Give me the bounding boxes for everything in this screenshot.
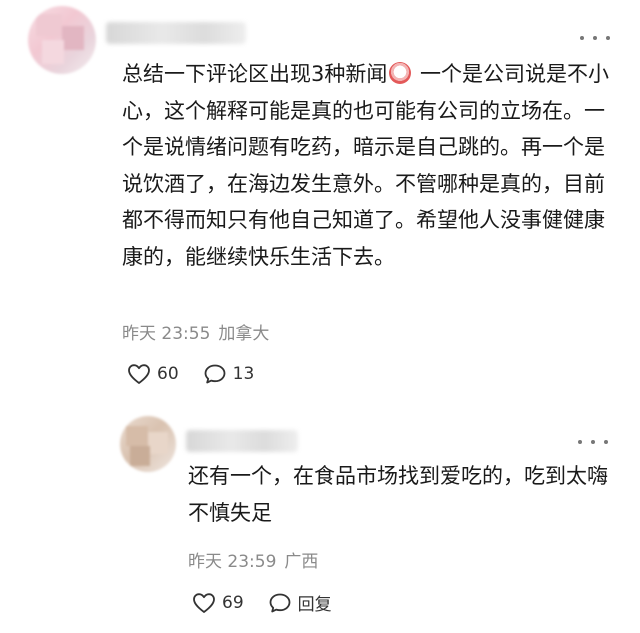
speech-bubble-icon bbox=[204, 364, 226, 384]
comment-location: 加拿大 bbox=[218, 324, 270, 344]
blurred-username[interactable] bbox=[106, 22, 246, 44]
like-count: 60 bbox=[157, 364, 179, 384]
user-avatar[interactable] bbox=[120, 416, 176, 472]
reply-meta: 昨天 23:59 广西 bbox=[188, 547, 318, 572]
reply-item: 还有一个，在食品市场找到爱吃的，吃到太嗨不慎失足 昨天 23:59 广西 69 … bbox=[0, 400, 640, 633]
comment-time: 昨天 23:55 bbox=[122, 324, 211, 344]
reply-count: 13 bbox=[232, 364, 255, 384]
heart-outline-icon bbox=[128, 364, 150, 384]
reply-location: 广西 bbox=[284, 552, 319, 572]
clown-face-emoji-icon bbox=[389, 62, 412, 84]
reply-button[interactable]: 回复 bbox=[268, 590, 332, 615]
more-options-icon[interactable] bbox=[580, 28, 610, 48]
comment-text: 总结一下评论区出现3种新闻 一个是公司说是不小心，这个解释可能是真的也可能有公司… bbox=[122, 56, 612, 275]
comment-item: 总结一下评论区出现3种新闻 一个是公司说是不小心，这个解释可能是真的也可能有公司… bbox=[0, 0, 640, 400]
comment-meta: 昨天 23:55 加拿大 bbox=[122, 319, 269, 344]
reply-count-button[interactable]: 13 bbox=[203, 363, 255, 385]
comment-actions: 60 13 bbox=[127, 363, 278, 385]
user-avatar[interactable] bbox=[28, 6, 96, 74]
like-button[interactable]: 60 bbox=[127, 363, 179, 385]
speech-bubble-icon bbox=[269, 593, 291, 612]
like-count: 69 bbox=[222, 592, 244, 613]
like-button[interactable]: 69 bbox=[192, 592, 244, 614]
reply-label: 回复 bbox=[297, 595, 332, 615]
reply-text: 还有一个，在食品市场找到爱吃的，吃到太嗨不慎失足 bbox=[188, 464, 608, 525]
reply-time: 昨天 23:59 bbox=[188, 552, 277, 572]
blurred-username[interactable] bbox=[186, 430, 298, 452]
comment-text-part: 一个是公司说是不小心，这个解释可能是真的也可能有公司的立场在。一个是说情绪问题有… bbox=[122, 62, 610, 269]
reply-actions: 69 回复 bbox=[192, 590, 356, 615]
comment-text-part: 总结一下评论区出现3种新闻 bbox=[122, 62, 388, 86]
heart-outline-icon bbox=[193, 592, 215, 613]
more-options-icon[interactable] bbox=[578, 432, 608, 452]
